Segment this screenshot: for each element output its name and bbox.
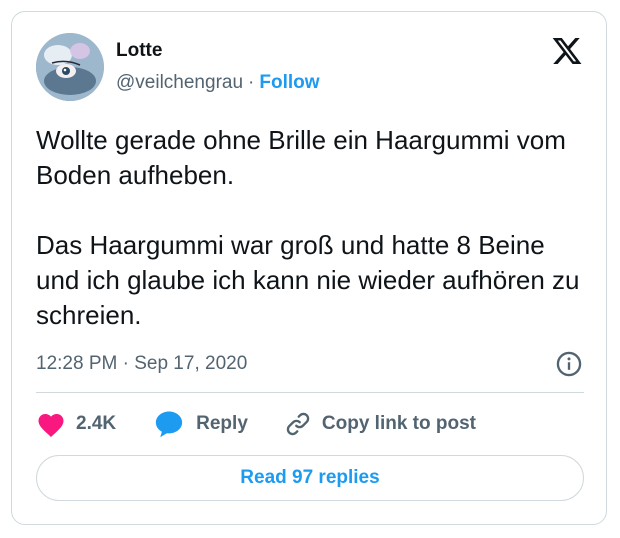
follow-button[interactable]: Follow xyxy=(259,72,319,93)
separator: · xyxy=(248,72,255,93)
author-name[interactable]: Lotte xyxy=(116,40,162,62)
like-count: 2.4K xyxy=(76,413,117,434)
link-icon xyxy=(286,412,310,436)
x-logo-icon[interactable] xyxy=(551,35,583,67)
info-icon[interactable] xyxy=(555,350,583,378)
reply-label: Reply xyxy=(196,413,248,434)
author-meta: @veilchengrau · Follow xyxy=(116,72,320,94)
avatar-image xyxy=(36,33,104,101)
reply-button[interactable]: Reply xyxy=(154,410,248,438)
tweet-date: Sep 17, 2020 xyxy=(134,353,248,374)
tweet-timestamp[interactable]: 12:28 PM · Sep 17, 2020 xyxy=(36,353,247,375)
separator: · xyxy=(122,353,129,374)
copy-link-button[interactable]: Copy link to post xyxy=(284,410,476,438)
speech-bubble-icon xyxy=(156,411,183,438)
copy-link-label: Copy link to post xyxy=(321,413,476,434)
avatar[interactable] xyxy=(36,33,104,101)
tweet-text: Wollte gerade ohne Brille ein Haargummi … xyxy=(36,123,591,333)
author-handle[interactable]: @veilchengrau xyxy=(116,72,243,93)
like-button[interactable]: 2.4K xyxy=(36,410,116,438)
read-replies-button[interactable]: Read 97 replies xyxy=(36,455,584,501)
tweet-paragraph: Wollte gerade ohne Brille ein Haargummi … xyxy=(36,125,566,190)
tweet-card: Lotte @veilchengrau · Follow Wollte gerade… xyxy=(11,11,607,525)
tweet-time: 12:28 PM xyxy=(36,353,118,374)
tweet-paragraph: Das Haargummi war groß und hatte 8 Beine… xyxy=(36,230,580,330)
divider xyxy=(36,392,584,393)
action-bar: 2.4K Reply Copy link to post xyxy=(36,409,476,439)
heart-icon xyxy=(38,414,64,437)
